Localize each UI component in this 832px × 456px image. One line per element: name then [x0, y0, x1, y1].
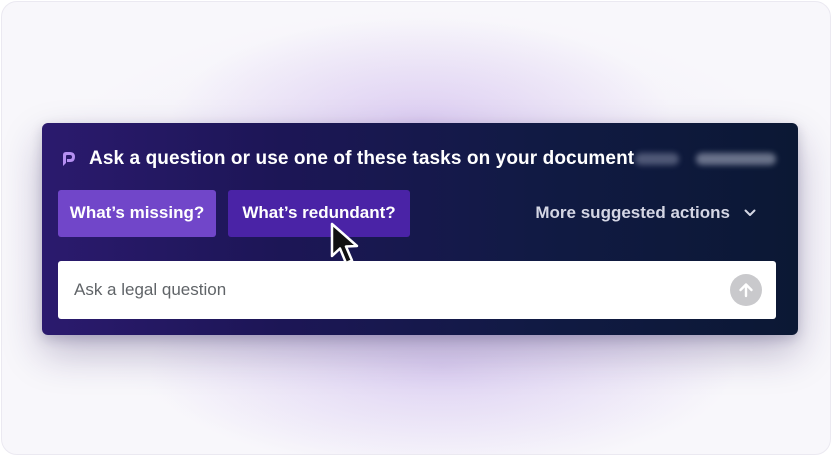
- question-input-container: [58, 261, 776, 319]
- blurred-label: [635, 153, 679, 165]
- brand-logo-icon: [63, 152, 75, 166]
- blurred-label: [696, 153, 776, 165]
- assistant-header: Ask a question or use one of these tasks…: [60, 147, 780, 171]
- screen-background: Ask a question or use one of these tasks…: [1, 1, 831, 455]
- chevron-down-icon: [744, 209, 756, 216]
- assistant-title: Ask a question or use one of these tasks…: [89, 148, 635, 169]
- whats-redundant-button[interactable]: What’s redundant?: [228, 189, 410, 237]
- assistant-panel: Ask a question or use one of these tasks…: [42, 123, 798, 335]
- arrow-up-icon: [739, 283, 753, 298]
- send-button[interactable]: [730, 274, 762, 306]
- suggested-actions: What’s missing? What’s redundant? More s…: [58, 189, 780, 237]
- whats-missing-button[interactable]: What’s missing?: [58, 189, 216, 237]
- more-suggested-actions-label: More suggested actions: [535, 203, 730, 222]
- more-suggested-actions-dropdown[interactable]: More suggested actions: [535, 203, 756, 223]
- legal-question-input[interactable]: [58, 261, 730, 319]
